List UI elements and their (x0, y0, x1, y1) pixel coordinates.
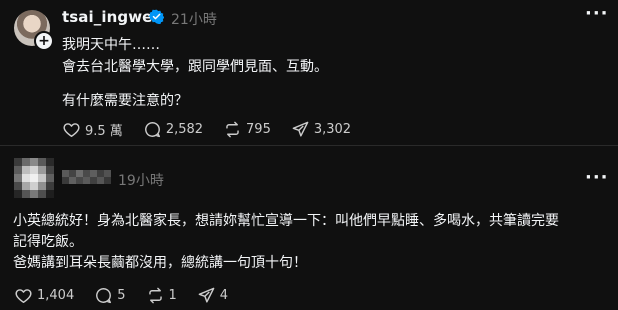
post-text-line: 我明天中午…… (62, 37, 160, 53)
heart-icon (63, 123, 80, 137)
comment-icon (96, 288, 112, 304)
follow-plus-icon[interactable]: + (34, 31, 54, 51)
like-button[interactable]: 9.5 萬 (62, 120, 123, 139)
reply-button[interactable]: 2,582 (143, 120, 203, 139)
like-count: 9.5 萬 (85, 124, 123, 139)
post-text-line: 會去台北醫學大學，跟同學們見面、互動。 (62, 59, 328, 75)
repost-count: 1 (168, 288, 177, 303)
more-icon[interactable]: ··· (585, 167, 609, 188)
more-icon[interactable]: ··· (585, 3, 609, 24)
repost-icon (148, 287, 162, 304)
reply-actions: 1,404 5 1 4 (14, 286, 248, 305)
post-timestamp: 21小時 (171, 12, 217, 28)
reply-text-line: 爸媽講到耳朵長繭都沒用，總統講一句頂十句！ (13, 255, 307, 271)
comment-icon (144, 122, 160, 138)
share-count: 3,302 (313, 122, 352, 137)
heart-icon (15, 289, 32, 303)
reply-count: 5 (117, 288, 126, 303)
send-icon (198, 287, 215, 303)
repost-count: 795 (246, 122, 271, 137)
like-button[interactable]: 1,404 (14, 286, 74, 305)
repost-icon (226, 121, 239, 138)
post-text-line: 有什麼需要注意的？ (62, 93, 188, 109)
like-count: 1,404 (37, 288, 75, 303)
share-button[interactable]: 4 (197, 286, 228, 305)
reply-count: 2,582 (165, 122, 204, 137)
verified-badge-icon (149, 9, 164, 24)
send-icon (292, 121, 309, 137)
post-divider (0, 145, 618, 146)
reply-timestamp: 19小時 (118, 173, 164, 189)
reply-button[interactable]: 5 (94, 286, 126, 305)
share-count: 4 (219, 288, 229, 303)
reply-text-line: 記得吃飯。 (13, 234, 83, 250)
reply-author-name-pixelated[interactable] (62, 170, 112, 184)
reply-text-line: 小英總統好！身為北醫家長，想請妳幫忙宣導一下：叫他們早點睡、多喝水，共筆讀完要 (13, 213, 559, 229)
repost-button[interactable]: 1 (146, 286, 177, 305)
share-button[interactable]: 3,302 (291, 120, 351, 139)
repost-button[interactable]: 795 (223, 120, 271, 139)
post-actions: 9.5 萬 2,582 795 3,302 (62, 120, 371, 139)
reply-author-avatar-pixelated[interactable] (14, 158, 54, 198)
